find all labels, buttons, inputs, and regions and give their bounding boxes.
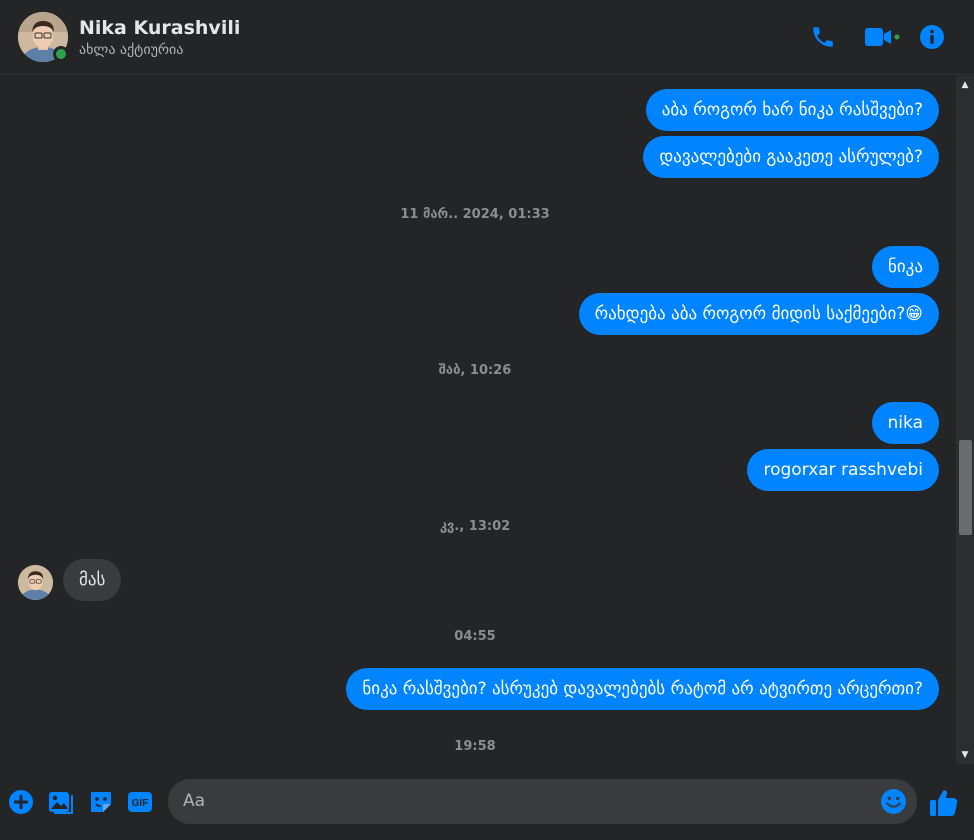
- scroll-up-arrow[interactable]: ▲: [956, 76, 974, 94]
- outgoing-message[interactable]: აბა როგორ ხარ ნიკა რასშვები?: [645, 89, 939, 131]
- timestamp: 04:55: [454, 629, 496, 644]
- outgoing-message[interactable]: რახდება აბა როგორ მიდის საქმეები?😁: [578, 293, 939, 335]
- outgoing-message[interactable]: ნიკა: [872, 246, 939, 288]
- scrollbar[interactable]: ▲ ▼: [956, 76, 974, 764]
- sticker-icon[interactable]: [88, 789, 114, 815]
- contact-name[interactable]: Nika Kurashvili: [79, 17, 240, 39]
- timestamp: კვ., 13:02: [439, 519, 511, 534]
- timestamp: 11 მარ.. 2024, 01:33: [400, 207, 550, 222]
- svg-text:GIF: GIF: [132, 798, 149, 809]
- chat-header: Nika Kurashvili ახლა აქტიურია: [0, 0, 974, 75]
- emoji-icon[interactable]: [880, 788, 907, 815]
- timestamp: შაბ, 10:26: [438, 363, 512, 378]
- plus-icon[interactable]: [8, 789, 34, 815]
- message-input-placeholder[interactable]: Aa: [183, 779, 205, 824]
- outgoing-message[interactable]: nika: [871, 402, 939, 444]
- gallery-icon[interactable]: [48, 789, 74, 815]
- video-icon[interactable]: [864, 24, 900, 50]
- contact-avatar[interactable]: [18, 12, 69, 62]
- message-input[interactable]: Aa: [168, 779, 917, 824]
- like-icon[interactable]: [928, 787, 960, 819]
- outgoing-message[interactable]: დავალებები გააკეთე ასრულებ?: [643, 136, 939, 178]
- outgoing-message[interactable]: rogorxar rasshvebi: [747, 449, 939, 491]
- online-status-dot: [53, 46, 69, 62]
- composer-bar: GIF Aa: [0, 764, 974, 840]
- sender-avatar[interactable]: [18, 565, 53, 600]
- timestamp: 19:58: [454, 739, 496, 754]
- gif-icon[interactable]: GIF: [127, 789, 153, 815]
- incoming-message[interactable]: მას: [63, 559, 122, 601]
- info-icon[interactable]: [919, 24, 945, 50]
- contact-status: ახლა აქტიურია: [79, 42, 184, 58]
- scroll-down-arrow[interactable]: ▼: [956, 746, 974, 764]
- outgoing-message[interactable]: ნიკა რასშვები? ასრუკებ დავალებებს რატომ …: [346, 668, 939, 710]
- phone-icon[interactable]: [810, 24, 836, 50]
- message-list[interactable]: აბა როგორ ხარ ნიკა რასშვები? დავალებები …: [0, 76, 956, 764]
- scroll-thumb[interactable]: [959, 440, 972, 535]
